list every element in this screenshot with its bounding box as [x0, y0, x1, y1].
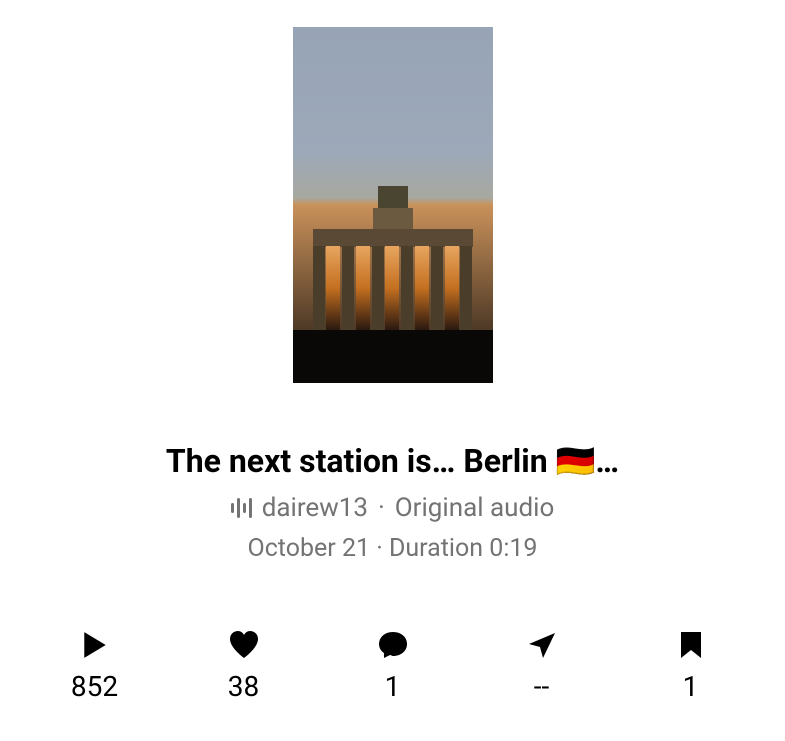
bookmark-icon — [675, 630, 707, 660]
comment-icon — [377, 630, 409, 660]
plays-stat[interactable]: 852 — [55, 630, 135, 703]
username: dairew13 — [262, 493, 368, 523]
post-date: October 21 — [248, 534, 371, 563]
separator: · — [378, 493, 385, 523]
play-icon — [79, 630, 111, 660]
shares-count: -- — [534, 670, 549, 703]
saves-stat[interactable]: 1 — [651, 630, 731, 703]
shares-stat[interactable]: -- — [502, 630, 582, 703]
audio-info[interactable]: dairew13 · Original audio — [231, 493, 555, 523]
post-duration: Duration 0:19 — [389, 534, 538, 563]
separator: · — [376, 534, 389, 563]
thumbnail-image — [293, 169, 493, 383]
comments-count: 1 — [385, 670, 401, 703]
post-title: The next station is… Berlin 🇩🇪… — [166, 442, 619, 480]
share-icon — [526, 630, 558, 660]
post-meta: October 21 · Duration 0:19 — [248, 534, 538, 563]
likes-count: 38 — [228, 670, 259, 703]
likes-stat[interactable]: 38 — [204, 630, 284, 703]
saves-count: 1 — [683, 670, 699, 703]
plays-count: 852 — [71, 670, 118, 703]
stats-row: 852 38 1 -- 1 — [0, 630, 785, 703]
heart-icon — [228, 630, 260, 660]
video-thumbnail[interactable] — [293, 27, 493, 383]
audio-label: Original audio — [395, 493, 555, 523]
comments-stat[interactable]: 1 — [353, 630, 433, 703]
audio-waveform-icon — [231, 498, 252, 518]
